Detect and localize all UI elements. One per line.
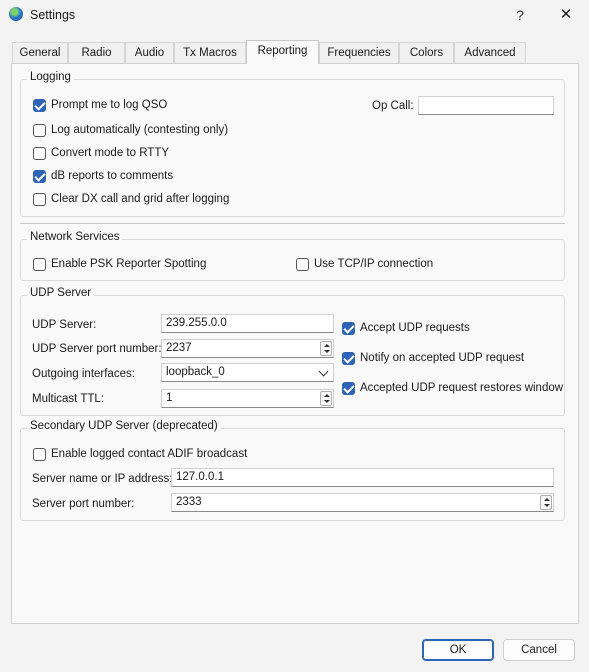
network-services-group: Network Services Enable PSK Reporter Spo… [20, 231, 565, 281]
help-button[interactable]: ? [506, 4, 534, 26]
tab-reporting[interactable]: Reporting [246, 40, 319, 64]
op-call-label: Op Call: [372, 100, 414, 112]
title-bar: Settings ? ✕ [0, 0, 589, 30]
udp-port-value: 2237 [166, 342, 192, 354]
prompt-log-label: Prompt me to log QSO [51, 99, 168, 111]
tab-radio[interactable]: Radio [68, 42, 125, 63]
psk-reporter-label: Enable PSK Reporter Spotting [51, 258, 207, 270]
checkbox-box[interactable] [33, 147, 46, 160]
notify-udp-label: Notify on accepted UDP request [360, 352, 525, 364]
checkbox-box[interactable] [296, 258, 309, 271]
checkbox-box[interactable] [33, 258, 46, 271]
spin-arrows-icon[interactable] [540, 495, 552, 510]
secondary-port-label: Server port number: [32, 498, 135, 510]
multicast-ttl-spinbox[interactable]: 1 [161, 389, 334, 408]
checkbox-box[interactable] [33, 448, 46, 461]
checkbox-box[interactable] [33, 193, 46, 206]
network-services-title: Network Services [27, 231, 123, 243]
multicast-ttl-label: Multicast TTL: [32, 393, 104, 405]
secondary-port-spinbox[interactable]: 2333 [171, 493, 554, 512]
clear-dx-label: Clear DX call and grid after logging [51, 193, 230, 205]
app-globe-icon [9, 7, 23, 21]
udp-server-label: UDP Server: [32, 319, 97, 331]
convert-rtty-label: Convert mode to RTTY [51, 147, 170, 159]
op-call-input[interactable] [418, 96, 554, 115]
outgoing-interfaces-value: loopback_0 [166, 366, 225, 378]
window-title: Settings [30, 8, 76, 22]
tab-frequencies[interactable]: Frequencies [319, 42, 399, 63]
log-auto-label: Log automatically (contesting only) [51, 124, 229, 136]
tab-audio[interactable]: Audio [125, 42, 174, 63]
ok-button[interactable]: OK [422, 639, 494, 661]
checkbox-box[interactable] [33, 170, 46, 183]
checkbox-box[interactable] [342, 382, 355, 395]
logging-group-title: Logging [27, 71, 74, 83]
secondary-udp-title: Secondary UDP Server (deprecated) [27, 420, 221, 432]
secondary-server-input[interactable]: 127.0.0.1 [171, 468, 554, 487]
udp-port-spinbox[interactable]: 2237 [161, 339, 334, 358]
close-button[interactable]: ✕ [552, 4, 580, 26]
db-reports-label: dB reports to comments [51, 170, 174, 182]
outgoing-interfaces-select[interactable]: loopback_0 [161, 363, 334, 382]
checkbox-box[interactable] [342, 352, 355, 365]
chevron-down-icon [318, 366, 329, 377]
secondary-server-label: Server name or IP address: [32, 473, 173, 485]
cancel-button[interactable]: Cancel [503, 639, 575, 661]
checkbox-box[interactable] [33, 99, 46, 112]
secondary-port-value: 2333 [176, 496, 202, 508]
tab-colors[interactable]: Colors [399, 42, 454, 63]
logging-group: Logging Prompt me to log QSO Log automat… [20, 71, 565, 217]
udp-server-title: UDP Server [27, 287, 95, 299]
udp-port-label: UDP Server port number: [32, 343, 162, 355]
accept-udp-label: Accept UDP requests [360, 322, 470, 334]
divider [20, 223, 565, 224]
multicast-ttl-value: 1 [166, 392, 173, 404]
udp-server-group: UDP Server UDP Server: 239.255.0.0 UDP S… [20, 287, 565, 416]
restore-window-label: Accepted UDP request restores window [360, 382, 564, 394]
tab-tx-macros[interactable]: Tx Macros [174, 42, 246, 63]
checkbox-box[interactable] [342, 322, 355, 335]
reporting-tab-pane: Logging Prompt me to log QSO Log automat… [11, 63, 579, 624]
spin-arrows-icon[interactable] [320, 341, 332, 356]
checkbox-box[interactable] [33, 124, 46, 137]
adif-broadcast-label: Enable logged contact ADIF broadcast [51, 448, 248, 460]
tcpip-label: Use TCP/IP connection [314, 258, 434, 270]
spin-arrows-icon[interactable] [320, 391, 332, 406]
udp-server-input[interactable]: 239.255.0.0 [161, 314, 334, 333]
outgoing-interfaces-label: Outgoing interfaces: [32, 368, 135, 380]
tab-general[interactable]: General [12, 42, 68, 63]
tab-advanced[interactable]: Advanced [454, 42, 526, 63]
secondary-udp-group: Secondary UDP Server (deprecated) Enable… [20, 420, 565, 521]
